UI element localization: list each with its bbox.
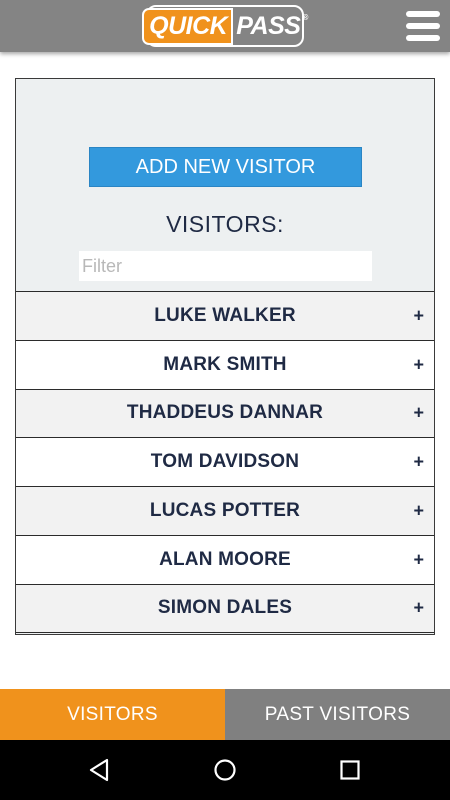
visitor-name: ALAN MOORE (159, 548, 291, 570)
expand-plus-icon[interactable]: + (413, 452, 424, 473)
system-navigation-bar (0, 740, 450, 800)
visitor-row[interactable]: THADDEUS DANNAR + (16, 388, 434, 438)
expand-plus-icon[interactable]: + (413, 354, 424, 375)
visitor-row[interactable]: MARK SMITH + (16, 339, 434, 389)
visitor-name: LUCAS POTTER (149, 500, 301, 522)
back-icon[interactable] (87, 757, 113, 783)
logo-pass-text: PASS (236, 11, 301, 40)
visitor-row[interactable]: TOM DAVIDSON + (16, 437, 434, 487)
expand-plus-icon[interactable]: + (413, 598, 424, 619)
bottom-tab-bar: VISITORS PAST VISITORS (0, 689, 450, 740)
expand-plus-icon[interactable]: + (413, 549, 424, 570)
visitors-panel: ADD NEW VISITOR VISITORS: LUKE WALKER + … (15, 78, 435, 635)
expand-plus-icon[interactable]: + (413, 501, 424, 522)
home-icon[interactable] (212, 757, 238, 783)
visitor-name: SIMON DALES (157, 597, 293, 619)
visitor-name: LUKE WALKER (154, 304, 296, 326)
menu-bar (406, 11, 440, 17)
filter-input[interactable] (79, 251, 372, 281)
visitor-row[interactable]: LUKE WALKER + (16, 291, 434, 340)
menu-bar (406, 35, 440, 41)
visitor-name: THADDEUS DANNAR (126, 402, 324, 424)
quickpass-logo: QUICK PASS ® (142, 5, 308, 47)
visitor-row[interactable]: SIMON DALES + (16, 583, 434, 633)
logo-quick-text: QUICK (142, 7, 234, 45)
expand-plus-icon[interactable]: + (413, 305, 424, 326)
expand-plus-icon[interactable]: + (413, 403, 424, 424)
visitor-row[interactable]: ALAN MOORE + (16, 534, 434, 584)
logo-registered-mark: ® (302, 12, 308, 22)
visitor-name: TOM DAVIDSON (150, 451, 300, 473)
tab-past-visitors[interactable]: PAST VISITORS (225, 689, 450, 740)
recent-apps-icon[interactable] (337, 757, 363, 783)
visitor-list: LUKE WALKER + MARK SMITH + THADDEUS DANN… (16, 291, 434, 633)
visitor-row[interactable]: LUCAS POTTER + (16, 486, 434, 535)
menu-bar (406, 23, 440, 29)
app-header: QUICK PASS ® (0, 0, 450, 52)
add-new-visitor-button[interactable]: ADD NEW VISITOR (89, 147, 362, 187)
hamburger-menu-icon[interactable] (406, 9, 440, 43)
visitors-heading: VISITORS: (166, 211, 284, 237)
tab-visitors[interactable]: VISITORS (0, 689, 225, 740)
visitor-name: MARK SMITH (163, 353, 287, 375)
